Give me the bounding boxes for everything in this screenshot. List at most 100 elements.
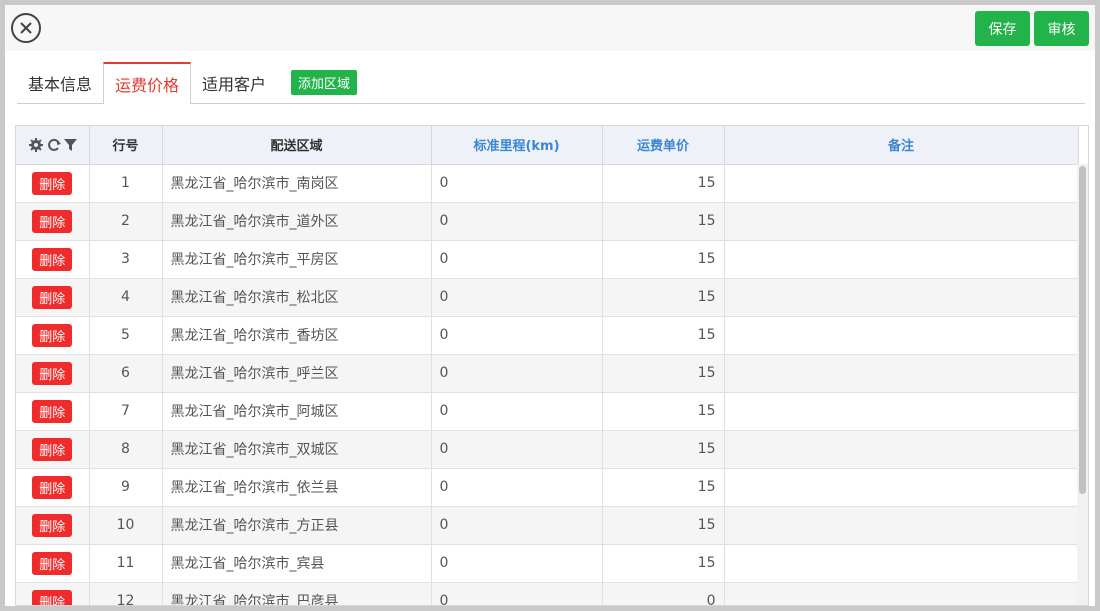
delete-button[interactable]: 删除 (32, 589, 73, 605)
note-cell[interactable] (724, 240, 1079, 279)
save-button[interactable]: 保存 (975, 11, 1030, 46)
delete-cell: 删除 (16, 240, 90, 279)
region-cell[interactable]: 黑龙江省_哈尔滨市_香坊区 (162, 316, 432, 355)
mileage-cell[interactable]: 0 (431, 392, 603, 431)
tab-applicable-customers[interactable]: 适用客户 (191, 62, 277, 103)
refresh-icon[interactable] (46, 137, 62, 153)
note-cell[interactable] (724, 278, 1079, 317)
delete-cell: 删除 (16, 316, 90, 355)
region-cell[interactable]: 黑龙江省_哈尔滨市_阿城区 (162, 392, 432, 431)
delete-button[interactable]: 删除 (32, 209, 73, 233)
tab-basic-info[interactable]: 基本信息 (17, 62, 103, 103)
region-cell[interactable]: 黑龙江省_哈尔滨市_巴彦县 (162, 582, 432, 605)
delete-button[interactable]: 删除 (32, 247, 73, 271)
col-remarks[interactable]: 备注 (724, 126, 1079, 165)
table-body: 删除 1 黑龙江省_哈尔滨市_南岗区 0 15 删除 2 黑龙江省_哈尔滨市_道外区 0 15 删除… (16, 164, 1079, 605)
delete-button[interactable]: 删除 (32, 399, 73, 423)
mileage-cell[interactable]: 0 (431, 278, 603, 317)
region-cell[interactable]: 黑龙江省_哈尔滨市_平房区 (162, 240, 432, 279)
delete-button[interactable]: 删除 (32, 171, 73, 195)
delete-button[interactable]: 删除 (32, 513, 73, 537)
region-cell[interactable]: 黑龙江省_哈尔滨市_呼兰区 (162, 354, 432, 393)
price-cell[interactable]: 0 (602, 582, 725, 605)
note-cell[interactable] (724, 582, 1079, 605)
table-row[interactable]: 删除 7 黑龙江省_哈尔滨市_阿城区 0 15 (16, 392, 1079, 431)
note-cell[interactable] (724, 392, 1079, 431)
mileage-cell[interactable]: 0 (431, 506, 603, 545)
tab-bar: 基本信息 运费价格 适用客户 添加区域 (17, 62, 1085, 104)
delete-cell: 删除 (16, 354, 90, 393)
note-cell[interactable] (724, 468, 1079, 507)
tab-freight-price[interactable]: 运费价格 (103, 62, 192, 104)
delete-button[interactable]: 删除 (32, 437, 73, 461)
note-cell[interactable] (724, 354, 1079, 393)
mileage-cell[interactable]: 0 (431, 430, 603, 469)
price-cell[interactable]: 15 (602, 202, 725, 241)
note-cell[interactable] (724, 544, 1079, 583)
table-row[interactable]: 删除 6 黑龙江省_哈尔滨市_呼兰区 0 15 (16, 354, 1079, 393)
col-freight-unit-price[interactable]: 运费单价 (602, 126, 725, 165)
price-cell[interactable]: 15 (602, 468, 725, 507)
delete-cell: 删除 (16, 278, 90, 317)
vertical-scrollbar[interactable] (1077, 164, 1088, 605)
table-row[interactable]: 删除 1 黑龙江省_哈尔滨市_南岗区 0 15 (16, 164, 1079, 203)
mileage-cell[interactable]: 0 (431, 202, 603, 241)
mileage-cell[interactable]: 0 (431, 468, 603, 507)
gear-icon[interactable] (28, 137, 44, 153)
delete-button[interactable]: 删除 (32, 551, 73, 575)
mileage-cell[interactable]: 0 (431, 316, 603, 355)
region-cell[interactable]: 黑龙江省_哈尔滨市_松北区 (162, 278, 432, 317)
delete-cell: 删除 (16, 582, 90, 605)
mileage-cell[interactable]: 0 (431, 544, 603, 583)
close-icon[interactable] (11, 13, 41, 43)
region-cell[interactable]: 黑龙江省_哈尔滨市_道外区 (162, 202, 432, 241)
freight-table: 行号 配送区域 标准里程(km) 运费单价 备注 删除 1 黑龙江省_哈尔滨市_南岗… (16, 126, 1079, 605)
table-row[interactable]: 删除 3 黑龙江省_哈尔滨市_平房区 0 15 (16, 240, 1079, 279)
top-actions: 保存 审核 (975, 11, 1089, 46)
region-cell[interactable]: 黑龙江省_哈尔滨市_依兰县 (162, 468, 432, 507)
col-row-number[interactable]: 行号 (89, 126, 163, 165)
price-cell[interactable]: 15 (602, 392, 725, 431)
mileage-cell[interactable]: 0 (431, 354, 603, 393)
note-cell[interactable] (724, 316, 1079, 355)
note-cell[interactable] (724, 430, 1079, 469)
region-cell[interactable]: 黑龙江省_哈尔滨市_方正县 (162, 506, 432, 545)
region-cell[interactable]: 黑龙江省_哈尔滨市_宾县 (162, 544, 432, 583)
price-cell[interactable]: 15 (602, 278, 725, 317)
note-cell[interactable] (724, 506, 1079, 545)
table-row[interactable]: 删除 2 黑龙江省_哈尔滨市_道外区 0 15 (16, 202, 1079, 241)
table-row[interactable]: 删除 12 黑龙江省_哈尔滨市_巴彦县 0 0 (16, 582, 1079, 605)
header-tools (16, 126, 90, 165)
add-region-button[interactable]: 添加区域 (291, 70, 358, 95)
note-cell[interactable] (724, 202, 1079, 241)
note-cell[interactable] (724, 164, 1079, 203)
col-standard-mileage[interactable]: 标准里程(km) (431, 126, 603, 165)
scrollbar-thumb[interactable] (1079, 166, 1086, 494)
table-row[interactable]: 删除 4 黑龙江省_哈尔滨市_松北区 0 15 (16, 278, 1079, 317)
filter-icon[interactable] (63, 138, 77, 152)
price-cell[interactable]: 15 (602, 240, 725, 279)
price-cell[interactable]: 15 (602, 544, 725, 583)
mileage-cell[interactable]: 0 (431, 240, 603, 279)
delete-button[interactable]: 删除 (32, 323, 73, 347)
price-cell[interactable]: 15 (602, 506, 725, 545)
table-row[interactable]: 删除 9 黑龙江省_哈尔滨市_依兰县 0 15 (16, 468, 1079, 507)
mileage-cell[interactable]: 0 (431, 582, 603, 605)
price-cell[interactable]: 15 (602, 354, 725, 393)
delete-cell: 删除 (16, 164, 90, 203)
table-row[interactable]: 删除 5 黑龙江省_哈尔滨市_香坊区 0 15 (16, 316, 1079, 355)
delete-button[interactable]: 删除 (32, 361, 73, 385)
table-row[interactable]: 删除 10 黑龙江省_哈尔滨市_方正县 0 15 (16, 506, 1079, 545)
table-row[interactable]: 删除 11 黑龙江省_哈尔滨市_宾县 0 15 (16, 544, 1079, 583)
price-cell[interactable]: 15 (602, 430, 725, 469)
region-cell[interactable]: 黑龙江省_哈尔滨市_南岗区 (162, 164, 432, 203)
delete-button[interactable]: 删除 (32, 475, 73, 499)
table-row[interactable]: 删除 8 黑龙江省_哈尔滨市_双城区 0 15 (16, 430, 1079, 469)
price-cell[interactable]: 15 (602, 316, 725, 355)
col-delivery-region[interactable]: 配送区域 (162, 126, 432, 165)
delete-button[interactable]: 删除 (32, 285, 73, 309)
review-button[interactable]: 审核 (1034, 11, 1089, 46)
mileage-cell[interactable]: 0 (431, 164, 603, 203)
price-cell[interactable]: 15 (602, 164, 725, 203)
region-cell[interactable]: 黑龙江省_哈尔滨市_双城区 (162, 430, 432, 469)
